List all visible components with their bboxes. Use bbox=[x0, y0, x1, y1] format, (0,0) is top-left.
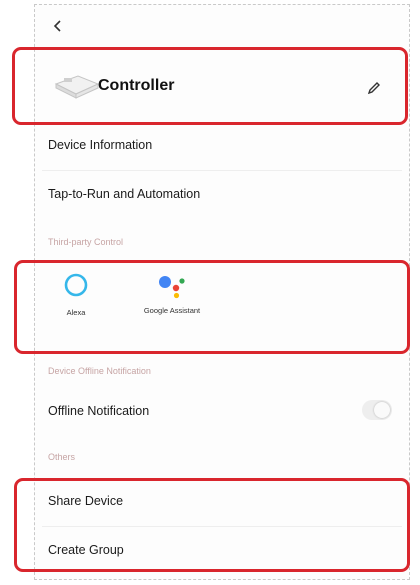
divider bbox=[42, 526, 402, 527]
others-section-label: Others bbox=[48, 452, 76, 462]
device-information-item[interactable]: Device Information bbox=[48, 138, 152, 152]
edit-icon[interactable] bbox=[366, 80, 382, 96]
toggle-knob bbox=[374, 402, 390, 418]
divider bbox=[42, 170, 402, 171]
device-controller-icon bbox=[54, 75, 100, 99]
offline-notification-label: Offline Notification bbox=[48, 404, 150, 418]
offline-notification-toggle[interactable] bbox=[362, 400, 392, 420]
tap-to-run-item[interactable]: Tap-to-Run and Automation bbox=[48, 187, 200, 201]
others-highlight bbox=[14, 478, 410, 572]
alexa-icon bbox=[64, 273, 88, 297]
chevron-left-icon bbox=[53, 20, 61, 32]
third-party-section-label: Third-party Control bbox=[48, 237, 124, 247]
google-assistant-label: Google Assistant bbox=[143, 306, 201, 315]
offline-section-label: Device Offline Notification bbox=[48, 366, 151, 376]
alexa-service[interactable]: Alexa bbox=[48, 272, 104, 317]
create-group-item[interactable]: Create Group bbox=[48, 543, 124, 557]
google-assistant-icon bbox=[159, 276, 185, 299]
alexa-label: Alexa bbox=[66, 308, 86, 317]
share-device-item[interactable]: Share Device bbox=[48, 494, 123, 508]
google-assistant-service[interactable]: Google Assistant bbox=[140, 272, 204, 315]
device-name: Controller bbox=[98, 77, 175, 94]
back-button[interactable] bbox=[46, 14, 70, 38]
